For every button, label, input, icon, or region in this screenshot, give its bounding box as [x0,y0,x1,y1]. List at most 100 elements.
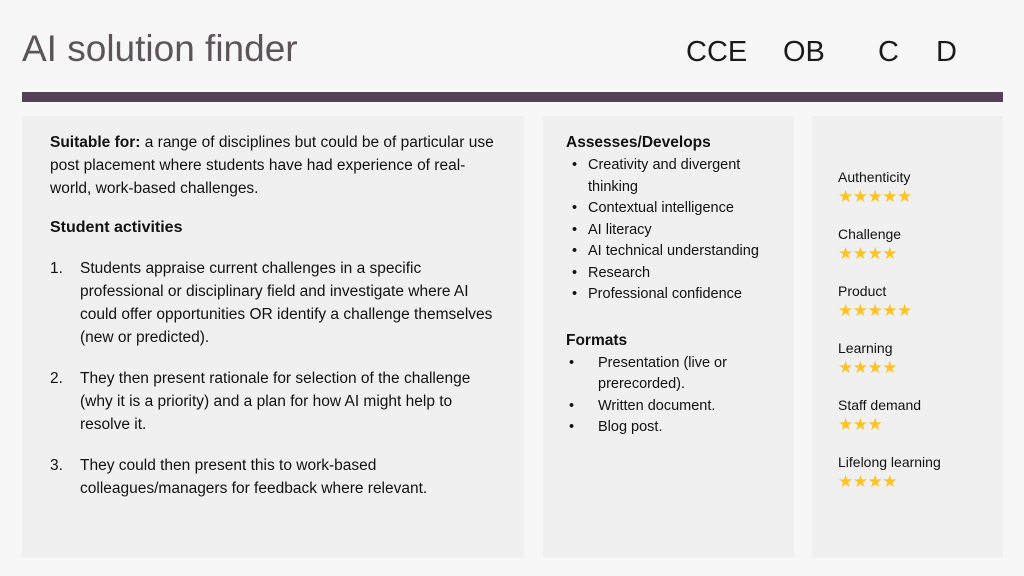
list-item: • Creativity and divergent thinking [566,155,788,198]
bullet-icon: • [569,397,575,414]
bullet-icon: • [569,419,575,435]
slide-canvas: AI solution finder CCE OB C D Suitable f… [0,0,1024,576]
list-item-text: Blog post. [598,419,663,435]
star-rating: ★★★★ [838,245,998,263]
list-item: • AI literacy [566,220,788,242]
assesses-develops-heading: Assesses/Develops [566,134,711,151]
list-item-text: Written document. [598,397,716,414]
bullet-icon: • [572,264,578,281]
panel-ratings: Authenticity ★★★★★ Challenge ★★★★ Produc… [812,116,1003,558]
star-icon: ★ [867,358,883,377]
list-item-text: Research [588,264,651,281]
star-icon: ★ [838,358,853,377]
star-rating: ★★★★★ [838,302,998,320]
bullet-icon: • [572,243,578,259]
formats-heading: Formats [566,331,628,349]
list-item: 2. They then present rationale for selec… [50,367,500,436]
list-item-text: Creativity and divergent thinking [588,157,741,195]
rating-row: Product ★★★★★ [838,282,998,320]
star-icon: ★ [867,415,883,434]
list-item: 3. They could then present this to work-… [50,454,500,500]
panel-assesses-develops: Assesses/Develops • Creativity and diver… [543,116,794,558]
list-item-text: They could then present this to work-bas… [80,457,428,497]
star-icon: ★ [838,301,853,320]
star-icon: ★ [838,244,853,263]
star-icon: ★ [852,472,868,491]
ratings-list: Authenticity ★★★★★ Challenge ★★★★ Produc… [838,168,998,491]
list-item-number: 3. [50,457,63,474]
rating-row: Learning ★★★★ [838,339,998,377]
star-icon: ★ [852,244,868,263]
header-divider-bar [22,92,1003,102]
header-tag-ob: OB [783,36,825,68]
list-item-text: Presentation (live or prerecorded). [598,354,727,393]
left-panel-body: Suitable for: a range of disciplines but… [50,131,500,500]
list-item-number: 1. [50,260,63,277]
star-icon: ★ [852,301,868,320]
rating-label: Staff demand [838,397,922,413]
middle-panel-body: Assesses/Develops • Creativity and diver… [566,132,788,439]
bullet-icon: • [572,200,578,216]
rating-label: Challenge [838,226,902,242]
star-rating: ★★★ [838,416,998,434]
list-item-text: Professional confidence [588,286,742,302]
star-icon: ★ [897,187,912,206]
star-icon: ★ [867,244,883,263]
star-icon: ★ [897,301,912,320]
bullet-icon: • [572,157,578,173]
header-tag-d: D [936,36,957,68]
star-icon: ★ [882,187,897,206]
star-rating: ★★★★★ [838,188,998,206]
list-item-text: AI literacy [588,221,652,238]
star-icon: ★ [852,187,868,206]
header-tag-group: CCE OB C D [680,36,1000,76]
star-icon: ★ [882,301,897,320]
formats-list: • Presentation (live or prerecorded). • … [566,353,788,439]
header-tag-c: C [878,36,899,68]
bullet-icon: • [569,354,575,371]
star-icon: ★ [867,187,883,206]
rating-row: Staff demand ★★★ [838,396,998,434]
list-item: • Research [566,263,788,285]
assesses-develops-list: • Creativity and divergent thinking • Co… [566,155,788,306]
star-rating: ★★★★ [838,359,998,377]
star-icon: ★ [867,301,883,320]
star-icon: ★ [852,358,868,377]
list-item: • AI technical understanding [566,241,788,263]
list-item: • Presentation (live or prerecorded). [566,353,788,396]
star-icon: ★ [882,244,897,263]
star-rating: ★★★★ [838,473,998,491]
suitable-for-paragraph: Suitable for: a range of disciplines but… [50,131,500,200]
rating-label: Authenticity [838,169,911,185]
list-item-number: 2. [50,370,63,387]
slide-header: AI solution finder CCE OB C D [0,0,1024,96]
list-item-text: Students appraise current challenges in … [80,260,493,346]
student-activities-heading: Student activities [50,219,183,236]
bullet-icon: • [572,221,578,238]
panel-student-activities: Suitable for: a range of disciplines but… [22,116,524,558]
list-item-text: AI technical understanding [588,243,759,259]
star-icon: ★ [838,415,853,434]
student-activities-list: 1. Students appraise current challenges … [50,257,500,500]
rating-row: Challenge ★★★★ [838,225,998,263]
star-icon: ★ [882,358,897,377]
page-title: AI solution finder [22,28,298,69]
rating-row: Lifelong learning ★★★★ [838,453,998,491]
star-icon: ★ [867,472,883,491]
star-icon: ★ [882,472,897,491]
header-tag-cce: CCE [686,36,748,68]
list-item: • Professional confidence [566,284,788,306]
star-icon: ★ [838,472,853,491]
star-icon: ★ [838,187,853,206]
rating-label: Learning [838,340,893,356]
list-item: 1. Students appraise current challenges … [50,257,500,349]
suitable-for-label: Suitable for: [50,134,141,151]
rating-row: Authenticity ★★★★★ [838,168,998,206]
star-icon: ★ [852,415,868,434]
list-item-text: They then present rationale for selectio… [80,370,471,433]
rating-label: Product [838,283,887,299]
list-item: • Blog post. [566,417,788,439]
bullet-icon: • [572,286,578,302]
list-item: • Contextual intelligence [566,198,788,220]
list-item-text: Contextual intelligence [588,200,734,216]
